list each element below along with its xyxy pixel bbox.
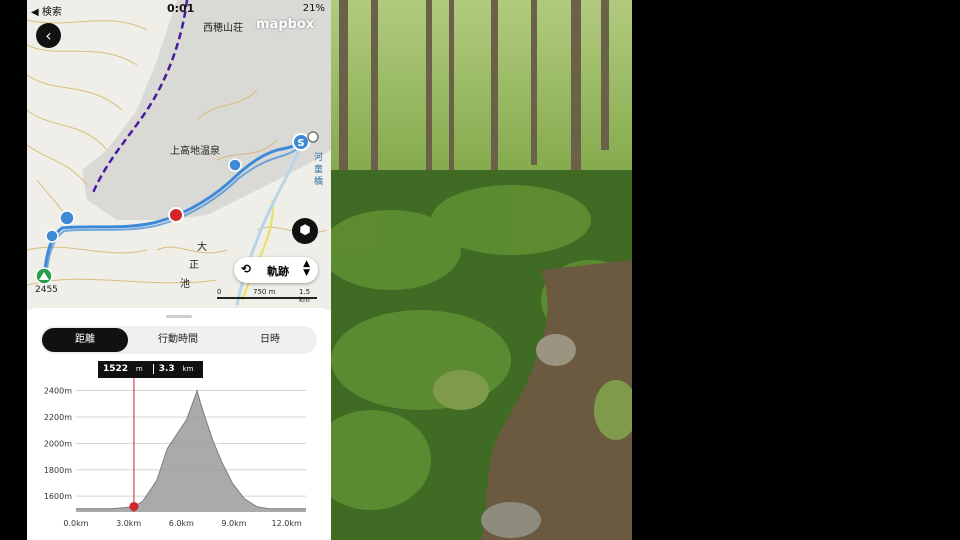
- 3d-view-button[interactable]: ⬢: [292, 218, 318, 244]
- map-scale-bar: 0 750 m 1.5 km: [217, 288, 321, 304]
- y-tick-label: 2000m: [44, 439, 72, 448]
- rest-area-icon: [45, 229, 59, 243]
- chart-tooltip: 1522 m 3.3 km: [97, 361, 204, 378]
- scale-mid: 750 m: [253, 288, 276, 296]
- map-label-pond-3: 池: [180, 279, 190, 290]
- forest-trail-image: [331, 0, 632, 540]
- map-view[interactable]: S ◀ 検索 0:01 21% ‹ mapbox 西穂山荘 上高地温泉 大 正 …: [27, 0, 331, 310]
- scale-end: 1.5 km: [299, 288, 311, 304]
- phone-screen: S ◀ 検索 0:01 21% ‹ mapbox 西穂山荘 上高地温泉 大 正 …: [27, 0, 331, 540]
- map-label-river-3: 橋: [314, 177, 324, 187]
- x-axis-mode-tabs: 距離 行動時間 日時: [40, 326, 317, 354]
- tab-moving-time[interactable]: 行動時間: [134, 328, 222, 352]
- hut-icon: [59, 210, 75, 226]
- track-selector-label: 軌跡: [267, 265, 289, 278]
- tooltip-elevation: 1522: [102, 364, 128, 374]
- trail-video-frame: [331, 0, 632, 540]
- map-label-onsen: 上高地温泉: [170, 146, 220, 157]
- mapbox-logo: mapbox: [256, 17, 315, 32]
- x-tick-label: 9.0km: [221, 519, 246, 528]
- x-tick-label: 3.0km: [116, 519, 141, 528]
- status-bar: ◀ 検索 0:01 21%: [27, 0, 331, 18]
- chevron-left-icon: ‹: [45, 26, 52, 45]
- tooltip-distance: 3.3: [158, 364, 175, 374]
- battery-percent: 21%: [302, 3, 325, 14]
- back-to-app-link[interactable]: ◀ 検索: [31, 3, 62, 18]
- clock: 0:01: [167, 2, 195, 15]
- tab-distance[interactable]: 距離: [42, 328, 128, 352]
- x-tick-label: 6.0km: [169, 519, 194, 528]
- hiker-icon: [228, 158, 242, 172]
- start-marker-label: S: [297, 138, 304, 149]
- drag-handle[interactable]: [166, 315, 192, 318]
- back-button[interactable]: ‹: [36, 23, 61, 48]
- map-label-pond-1: 大: [197, 242, 207, 253]
- current-position-marker: [168, 207, 184, 223]
- tooltip-elevation-unit: m: [135, 365, 143, 373]
- elevation-panel: 距離 行動時間 日時 1600m 1800m 2000m 2200m 2400m 0.0k…: [27, 308, 331, 540]
- elevation-chart[interactable]: 1600m 1800m 2000m 2200m 2400m 0.0km 3.0km 6.0km…: [27, 360, 331, 540]
- route-icon: ⟲: [241, 262, 252, 276]
- tab-date-time[interactable]: 日時: [226, 328, 314, 352]
- y-tick-label: 2400m: [44, 387, 72, 396]
- x-tick-label: 12.0km: [272, 519, 302, 528]
- map-label-pond-2: 正: [189, 260, 199, 271]
- map-label-hut: 西穂山荘: [203, 23, 243, 34]
- cube-icon: ⬢: [299, 223, 311, 238]
- y-tick-label: 1800m: [44, 466, 72, 475]
- x-tick-label: 0.0km: [63, 519, 88, 528]
- up-down-arrow-icon: ▲ ▼: [303, 259, 310, 278]
- y-tick-label: 1600m: [44, 492, 72, 501]
- scale-zero: 0: [217, 288, 222, 296]
- y-tick-label: 2200m: [44, 413, 72, 422]
- tooltip-distance-unit: km: [182, 365, 194, 373]
- cursor-point: [129, 501, 139, 511]
- track-selector-button[interactable]: ⟲ 軌跡 ▲ ▼: [234, 257, 318, 283]
- map-label-elevation: 2455: [35, 285, 58, 295]
